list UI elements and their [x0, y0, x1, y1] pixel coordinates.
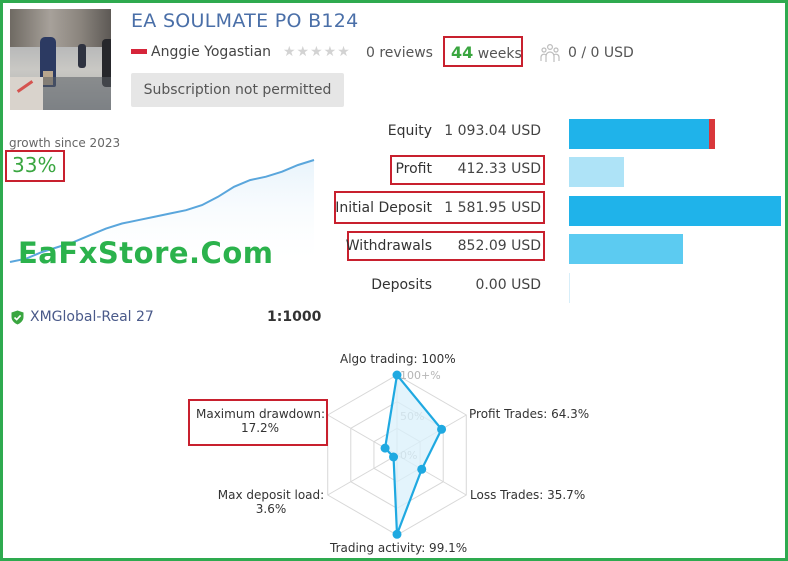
- radar-label-max-deposit-load: Max deposit load: 3.6%: [216, 488, 326, 516]
- radar-label-text: Trading activity: 99.1%: [330, 541, 468, 555]
- deposits-value: 0.00 USD: [475, 277, 541, 293]
- initial-deposit-label: Initial Deposit: [335, 200, 432, 216]
- equity-drawdown-bar: [709, 119, 716, 149]
- radar-label-trading-activity: Trading activity: 99.1%: [330, 541, 467, 555]
- radar-label-algo-trading: Algo trading: 100%: [340, 352, 456, 366]
- weeks-unit: weeks: [477, 46, 522, 62]
- subscribers-icon: [540, 43, 560, 62]
- equity-bar: [569, 119, 710, 149]
- initial-deposit-value: 1 581.95 USD: [444, 200, 541, 216]
- signal-thumbnail[interactable]: [10, 9, 111, 110]
- profit-value: 412.33 USD: [457, 161, 541, 177]
- radar-label-text: 3.6%: [255, 502, 287, 516]
- deposits-bar: [569, 273, 570, 303]
- reviews-link[interactable]: 0 reviews: [366, 45, 433, 61]
- equity-label: Equity: [387, 123, 432, 139]
- subscribe-button[interactable]: Subscription not permitted: [131, 73, 344, 107]
- withdrawals-label: Withdrawals: [345, 238, 432, 254]
- radar-label-text: Max deposit load:: [217, 488, 325, 502]
- withdrawals-value: 852.09 USD: [457, 238, 541, 254]
- radar-label-text: Algo trading: 100%: [340, 352, 456, 366]
- rating-stars-icon: ★★★★★: [283, 44, 351, 60]
- max-drawdown-highlight-box: [188, 399, 328, 446]
- weeks-number: 44: [451, 43, 474, 62]
- growth-label: growth since 2023: [9, 136, 121, 150]
- radar-label-loss-trades: Loss Trades: 35.7%: [470, 488, 585, 502]
- equity-value: 1 093.04 USD: [444, 123, 541, 139]
- verified-shield-icon: [11, 310, 24, 325]
- withdrawals-bar: [569, 234, 684, 264]
- leverage-value: 1:1000: [267, 309, 322, 325]
- signal-age: 44 weeks: [451, 43, 522, 62]
- radar-label-text: Loss Trades: 35.7%: [470, 488, 586, 502]
- deposits-label: Deposits: [371, 277, 432, 293]
- broker-server-link[interactable]: XMGlobal-Real 27: [30, 309, 154, 325]
- radar-label-profit-trades: Profit Trades: 64.3%: [469, 407, 589, 421]
- growth-value: 33%: [12, 153, 57, 177]
- profit-label: Profit: [395, 161, 432, 177]
- signal-title[interactable]: EA SOULMATE PO B124: [131, 10, 359, 32]
- profit-bar: [569, 157, 625, 187]
- initial-deposit-bar: [569, 196, 781, 226]
- country-flag-icon: [131, 49, 147, 54]
- radar-label-text: Profit Trades: 64.3%: [469, 407, 590, 421]
- subscribers-count: 0 / 0 USD: [568, 45, 634, 61]
- author-link[interactable]: Anggie Yogastian: [151, 44, 271, 60]
- watermark-text: EaFxStore.Com: [18, 236, 274, 270]
